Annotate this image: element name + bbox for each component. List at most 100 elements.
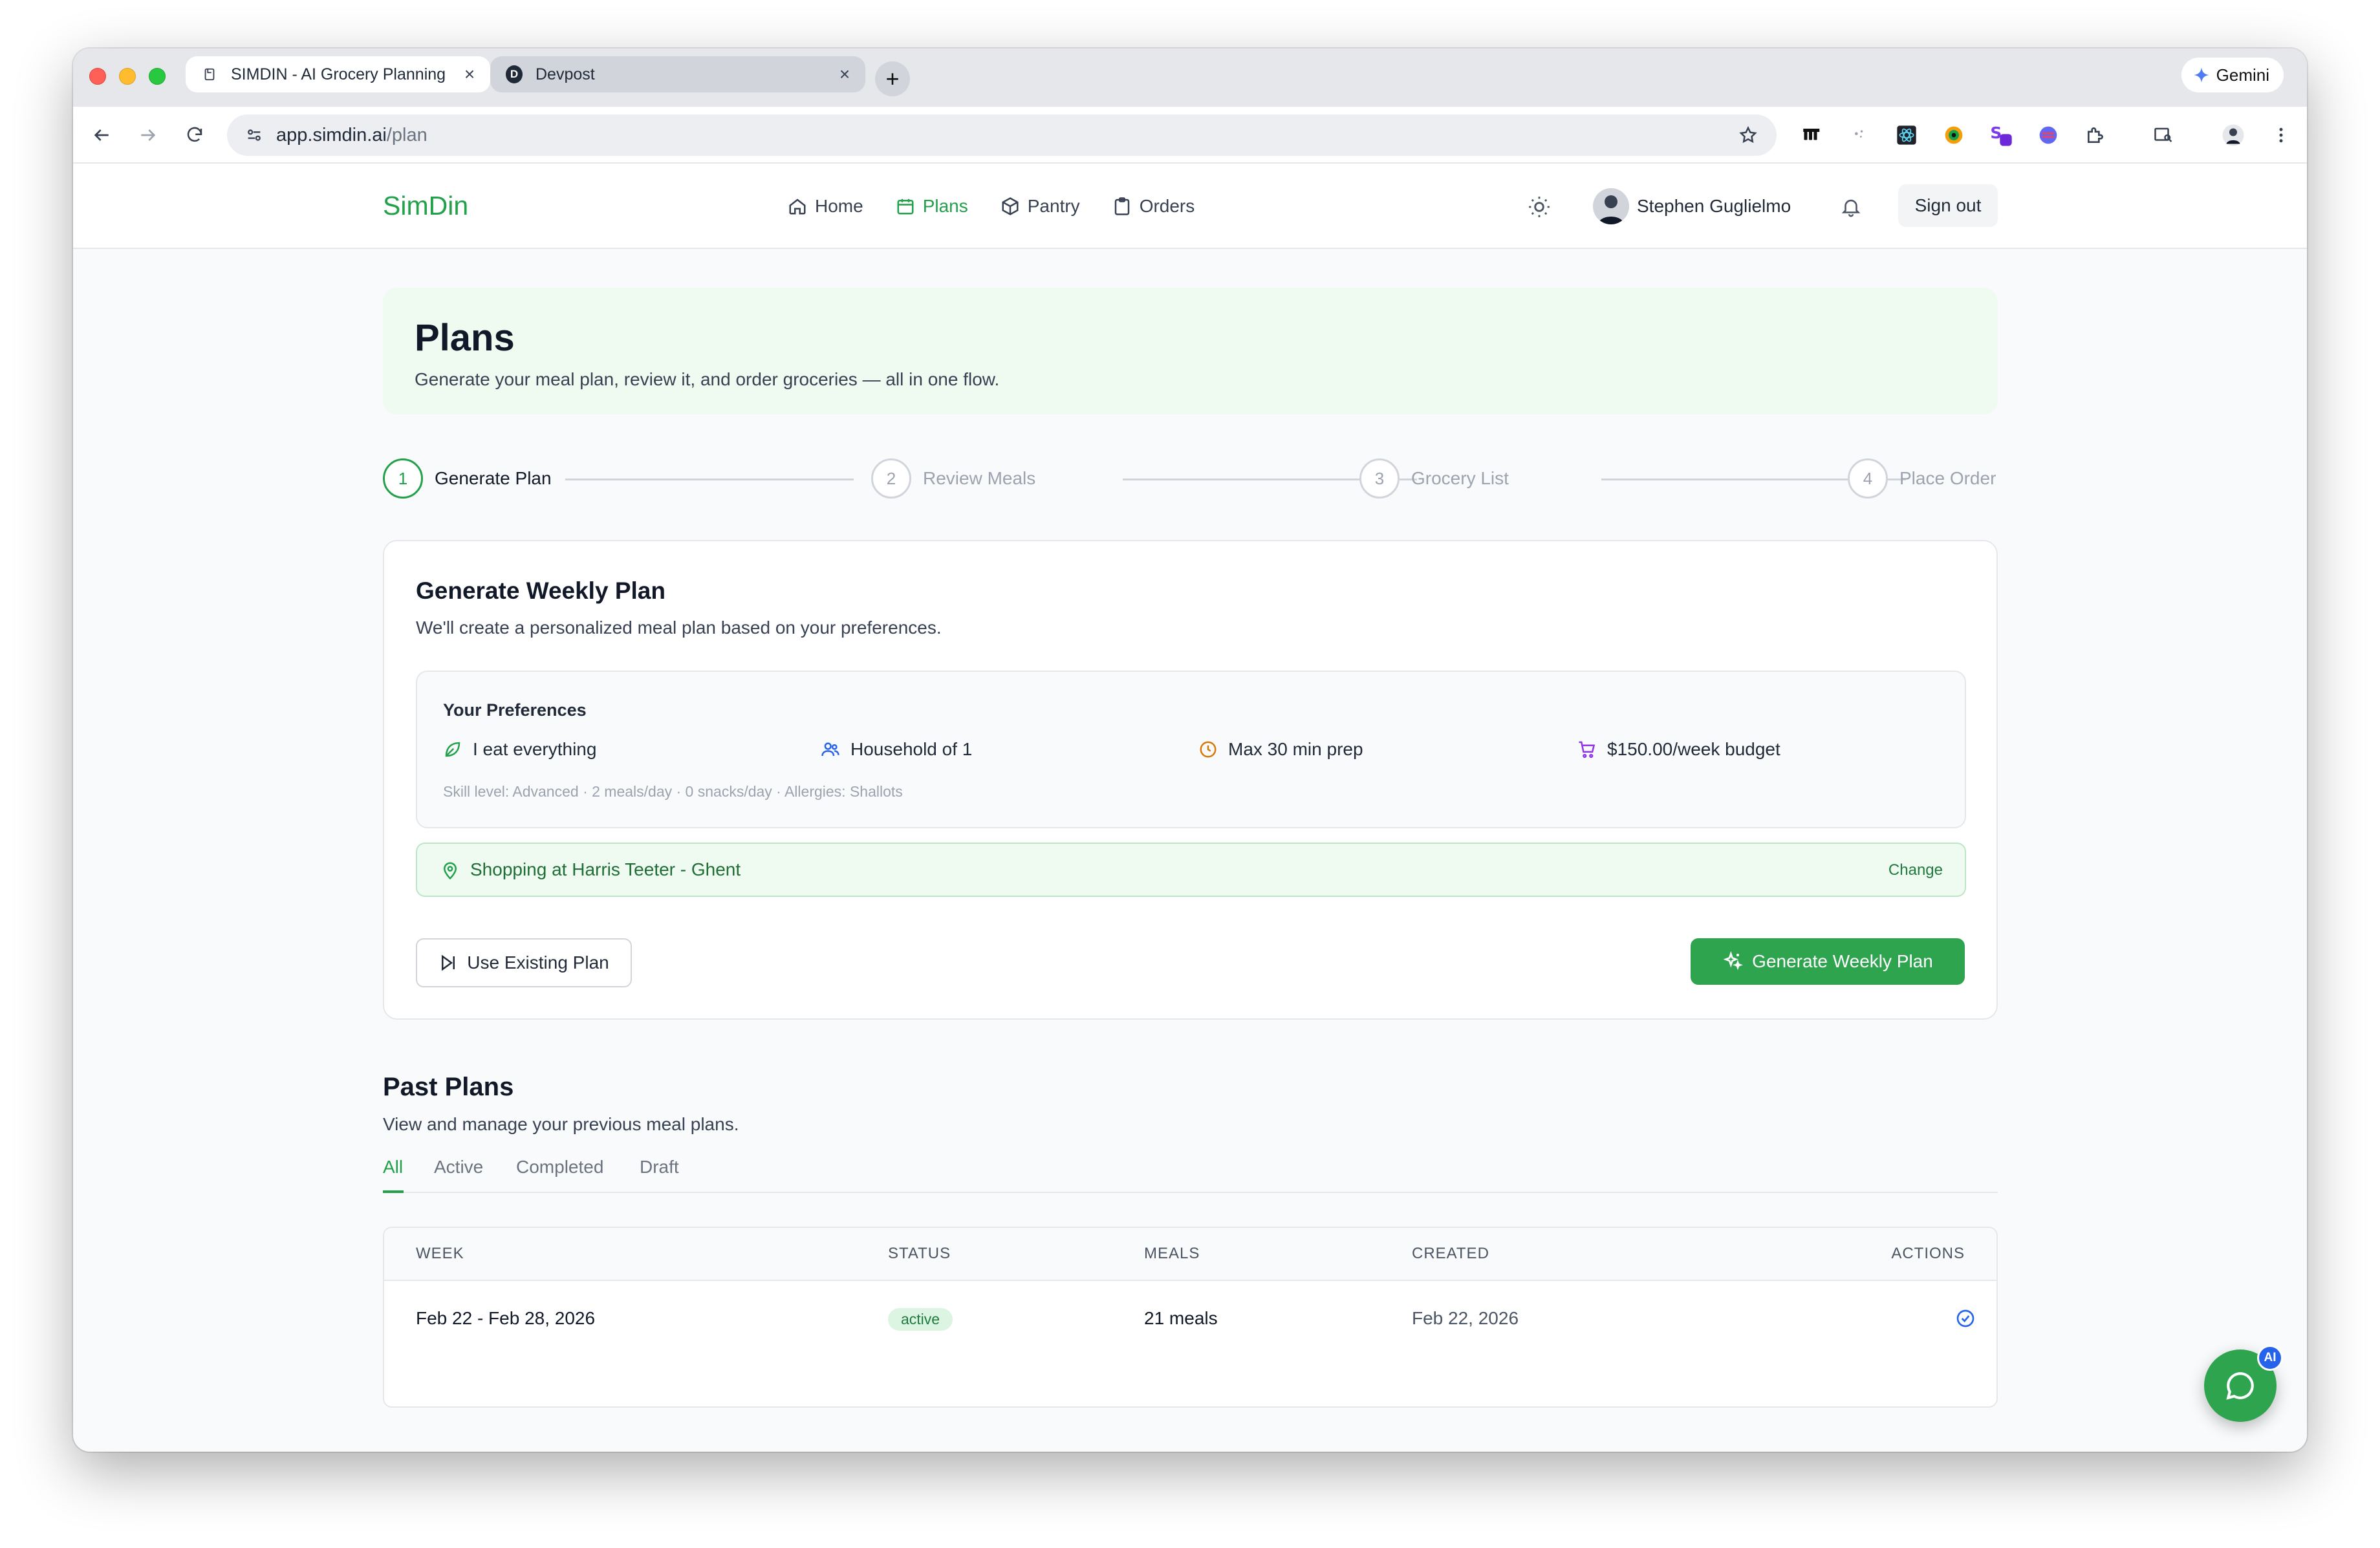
map-pin-icon	[438, 858, 462, 883]
forward-icon[interactable]	[134, 121, 162, 149]
page-icon	[201, 66, 218, 83]
skip-forward-icon	[442, 954, 455, 971]
profile-avatar-icon[interactable]	[2219, 121, 2247, 149]
user-name[interactable]: Stephen Guglielmo	[1637, 196, 1791, 217]
nav-plans[interactable]: Plans	[896, 188, 968, 224]
nav-pantry[interactable]: Pantry	[1001, 188, 1080, 224]
extension-color-icon[interactable]	[1940, 121, 1968, 149]
bell-icon[interactable]	[1836, 192, 1866, 222]
nav-home[interactable]: Home	[788, 188, 863, 224]
preferences-meta: Skill level: Advanced · 2 meals/day · 0 …	[443, 783, 903, 800]
column-created: CREATED	[1412, 1245, 1489, 1262]
reload-icon[interactable]	[180, 121, 209, 149]
past-plans-title: Past Plans	[383, 1073, 514, 1101]
preference-household: Household of 1	[821, 739, 972, 760]
new-tab-button[interactable]: +	[875, 61, 910, 96]
use-existing-plan-button[interactable]: Use Existing Plan	[416, 938, 632, 987]
activate-plan-icon[interactable]	[1953, 1306, 1978, 1331]
step-number: 2	[871, 458, 911, 499]
extension-sparkle-icon[interactable]	[1845, 121, 1874, 149]
close-tab-icon[interactable]: ×	[457, 61, 482, 87]
nav-pantry-label: Pantry	[1027, 196, 1080, 216]
column-actions: ACTIONS	[1891, 1245, 1965, 1262]
browser-tab-devpost[interactable]: D Devpost ×	[490, 56, 865, 92]
sun-icon[interactable]	[1524, 192, 1554, 222]
progress-stepper: 1 Generate Plan 2 Review Meals 3 Grocery…	[383, 458, 1998, 500]
column-week: WEEK	[416, 1245, 464, 1262]
page-title: Plans	[415, 317, 515, 359]
extension-glasses-icon[interactable]	[1798, 121, 1826, 149]
step-grocery-list[interactable]: 3 Grocery List	[1359, 458, 1509, 499]
step-place-order[interactable]: 4 Place Order	[1848, 458, 1996, 499]
calendar-icon	[897, 199, 914, 215]
row-created: Feb 22, 2026	[1412, 1308, 1519, 1328]
step-number: 3	[1359, 458, 1400, 499]
gemini-button[interactable]: Gemini	[2181, 58, 2284, 92]
card-title: Generate Weekly Plan	[416, 577, 665, 604]
card-description: We'll create a personalized meal plan ba…	[416, 618, 942, 638]
extension-s-icon[interactable]: S	[1987, 121, 2015, 149]
home-icon	[789, 199, 806, 215]
table-header: WEEK STATUS MEALS CREATED ACTIONS	[384, 1228, 1996, 1281]
maximize-window-button[interactable]	[149, 68, 166, 85]
preference-budget: $150.00/week budget	[1577, 739, 1780, 760]
tab-draft[interactable]: Draft	[640, 1153, 679, 1193]
url-text: app.simdin.ai/plan	[276, 124, 427, 145]
step-number: 1	[383, 458, 423, 499]
close-tab-icon[interactable]: ×	[832, 61, 858, 87]
preference-prep-time: Max 30 min prep	[1198, 739, 1363, 760]
tab-title: Devpost	[536, 65, 595, 83]
preferences-panel: Your Preferences I eat everything Househ…	[416, 671, 1966, 828]
generate-plan-card: Generate Weekly Plan We'll create a pers…	[383, 540, 1998, 1020]
cart-icon	[1579, 741, 1596, 758]
close-window-button[interactable]	[89, 68, 106, 85]
step-label: Review Meals	[923, 468, 1036, 488]
nav-home-label: Home	[815, 196, 863, 216]
back-icon[interactable]	[87, 121, 116, 149]
brand-logo[interactable]: SimDin	[383, 191, 468, 221]
step-label: Generate Plan	[435, 468, 552, 488]
extension-react-icon[interactable]	[1892, 121, 1921, 149]
gemini-sparkle-icon	[2193, 67, 2209, 83]
preferences-title: Your Preferences	[443, 700, 587, 720]
site-settings-icon[interactable]	[241, 122, 267, 148]
ai-badge: AI	[2257, 1345, 2283, 1371]
browser-menu-icon[interactable]	[2267, 121, 2295, 149]
row-meals: 21 meals	[1144, 1308, 1218, 1328]
tab-all[interactable]: All	[383, 1153, 404, 1193]
reading-mode-icon[interactable]	[2149, 121, 2178, 149]
store-banner: Shopping at Harris Teeter - Ghent Change	[416, 843, 1966, 897]
minimize-window-button[interactable]	[119, 68, 136, 85]
sparkles-icon	[1723, 951, 1744, 971]
extension-globe-icon[interactable]	[2034, 121, 2062, 149]
bookmark-star-icon[interactable]	[1735, 122, 1761, 148]
tab-completed[interactable]: Completed	[516, 1153, 603, 1193]
column-status: STATUS	[888, 1245, 951, 1262]
change-store-link[interactable]: Change	[1888, 861, 1943, 879]
step-label: Place Order	[1899, 468, 1996, 488]
box-icon	[1002, 197, 1019, 215]
page-subtitle: Generate your meal plan, review it, and …	[415, 369, 1000, 389]
chat-bubble-icon	[2226, 1372, 2254, 1400]
browser-tab-simdin[interactable]: SIMDIN - AI Grocery Planning ×	[186, 56, 490, 92]
preference-diet: I eat everything	[443, 739, 596, 760]
step-label: Grocery List	[1411, 468, 1509, 488]
plan-filter-tabs: All Active Completed Draft	[383, 1153, 1998, 1193]
sign-out-button[interactable]: Sign out	[1898, 184, 1998, 227]
nav-orders[interactable]: Orders	[1112, 188, 1195, 224]
browser-window: SIMDIN - AI Grocery Planning × D Devpost…	[73, 48, 2307, 1452]
tab-title: SIMDIN - AI Grocery Planning	[231, 65, 446, 83]
address-bar[interactable]: app.simdin.ai/plan	[227, 114, 1777, 156]
extensions-puzzle-icon[interactable]	[2081, 121, 2110, 149]
table-row[interactable]: Feb 22 - Feb 28, 2026 active 21 meals Fe…	[384, 1281, 1996, 1406]
past-plans-subtitle: View and manage your previous meal plans…	[383, 1114, 739, 1134]
step-generate-plan[interactable]: 1 Generate Plan	[383, 458, 552, 499]
status-badge: active	[888, 1308, 953, 1331]
generate-weekly-plan-button[interactable]: Generate Weekly Plan	[1691, 938, 1965, 985]
row-week: Feb 22 - Feb 28, 2026	[416, 1308, 596, 1328]
avatar[interactable]	[1593, 188, 1629, 224]
leaf-icon	[445, 742, 460, 757]
step-review-meals[interactable]: 2 Review Meals	[871, 458, 1035, 499]
store-name: Shopping at Harris Teeter - Ghent	[470, 859, 741, 879]
tab-active[interactable]: Active	[434, 1153, 483, 1193]
